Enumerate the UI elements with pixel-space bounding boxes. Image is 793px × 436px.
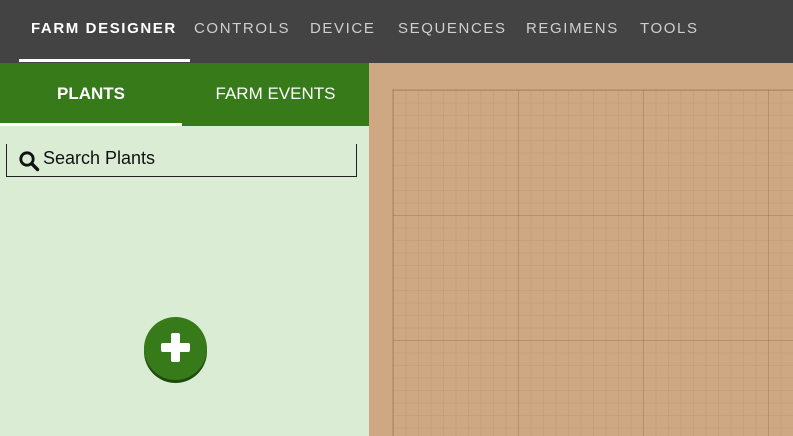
nav-device[interactable]: DEVICE <box>310 0 375 63</box>
sidebar-tabs: PLANTS FARM EVENTS <box>0 63 369 126</box>
garden-map[interactable] <box>369 63 793 436</box>
tab-plants[interactable]: PLANTS <box>0 63 182 126</box>
search-input[interactable] <box>43 145 343 171</box>
map-grid <box>392 89 793 436</box>
nav-tools[interactable]: TOOLS <box>640 0 699 63</box>
add-plant-button[interactable] <box>144 317 207 380</box>
nav-farm-designer[interactable]: FARM DESIGNER <box>19 0 190 63</box>
plus-icon <box>161 333 190 362</box>
nav-controls[interactable]: CONTROLS <box>194 0 290 63</box>
nav-sequences[interactable]: SEQUENCES <box>398 0 507 63</box>
nav-regimens[interactable]: REGIMENS <box>526 0 619 63</box>
search-icon <box>18 150 40 172</box>
plant-search-box <box>6 144 357 177</box>
designer-sidebar: PLANTS FARM EVENTS <box>0 63 369 436</box>
tab-farm-events[interactable]: FARM EVENTS <box>182 63 369 126</box>
top-navigation: FARM DESIGNER CONTROLS DEVICE SEQUENCES … <box>0 0 793 63</box>
